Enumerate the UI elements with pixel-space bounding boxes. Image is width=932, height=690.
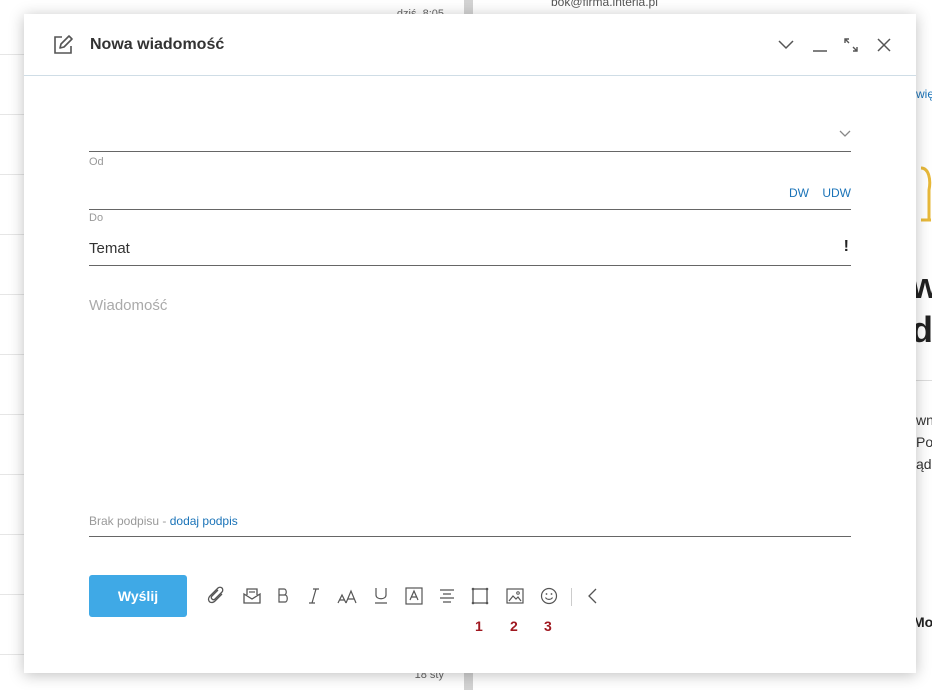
- from-field[interactable]: [89, 114, 851, 152]
- image-icon: [506, 588, 524, 604]
- frame-button[interactable]: [468, 584, 492, 608]
- emoji-button[interactable]: [537, 584, 561, 608]
- more-link[interactable]: więcej: [916, 87, 932, 101]
- bold-button[interactable]: [271, 584, 295, 608]
- annotation-number: 2: [510, 618, 518, 634]
- underline-icon: [375, 588, 387, 604]
- subject-field[interactable]: Temat !: [89, 229, 851, 266]
- compose-icon: [54, 35, 73, 54]
- bold-icon: [278, 588, 288, 603]
- annotation-number: 1: [475, 618, 483, 634]
- to-label: Do: [89, 212, 104, 224]
- expand-button[interactable]: [840, 34, 862, 56]
- text-color-icon: [405, 587, 423, 605]
- underline-button[interactable]: [369, 584, 393, 608]
- divider: [916, 380, 932, 381]
- align-button[interactable]: [435, 584, 459, 608]
- from-label: Od: [89, 156, 104, 168]
- font-size-button[interactable]: [336, 584, 360, 608]
- body-text: ądz: [916, 456, 932, 472]
- body-text: wni: [916, 412, 932, 428]
- insert-image-button[interactable]: [503, 584, 527, 608]
- compose-title: Nowa wiadomość: [90, 36, 225, 53]
- close-button[interactable]: [873, 34, 895, 56]
- italic-icon: [309, 588, 319, 604]
- attachment-icon: [207, 586, 224, 604]
- compose-window: Nowa wiadomość Od DW UDW Do Temat ! Wiad…: [24, 14, 916, 673]
- expand-icon: [844, 38, 858, 52]
- send-button[interactable]: Wyślij: [89, 575, 187, 617]
- more-tools-button[interactable]: [581, 584, 605, 608]
- template-button[interactable]: [240, 584, 264, 608]
- font-size-icon: [337, 589, 357, 604]
- body-text: Po: [916, 434, 932, 450]
- recipient-links: DW UDW: [779, 186, 851, 200]
- toolbar-divider: [571, 588, 572, 606]
- collapse-button[interactable]: [775, 34, 797, 56]
- align-icon: [440, 589, 454, 603]
- message-body[interactable]: Wiadomość: [89, 297, 167, 314]
- minimize-icon: [813, 50, 827, 52]
- bcc-link[interactable]: UDW: [822, 186, 851, 200]
- signature-line: Brak podpisu - dodaj podpis: [89, 514, 851, 537]
- sender-email: bok@firma.interia.pl: [551, 0, 658, 9]
- text-color-button[interactable]: [402, 584, 426, 608]
- italic-button[interactable]: [302, 584, 326, 608]
- chevron-down-icon: [778, 40, 794, 50]
- add-signature-link[interactable]: dodaj podpis: [170, 514, 238, 528]
- chevron-left-icon: [588, 588, 597, 604]
- subject-input[interactable]: Temat: [89, 240, 130, 257]
- attach-button[interactable]: [205, 584, 229, 608]
- to-field[interactable]: DW UDW: [89, 169, 851, 210]
- cc-link[interactable]: DW: [789, 186, 809, 200]
- compose-header: Nowa wiadomość: [24, 14, 916, 76]
- emoji-icon: [540, 587, 558, 605]
- chevron-down-icon[interactable]: [839, 130, 851, 138]
- annotation-number: 3: [544, 618, 552, 634]
- close-icon: [877, 38, 891, 52]
- priority-button[interactable]: !: [844, 238, 849, 256]
- frame-icon: [471, 587, 489, 605]
- mail-template-icon: [243, 588, 261, 604]
- minimize-button[interactable]: [809, 34, 831, 56]
- signature-text: Brak podpisu -: [89, 514, 167, 528]
